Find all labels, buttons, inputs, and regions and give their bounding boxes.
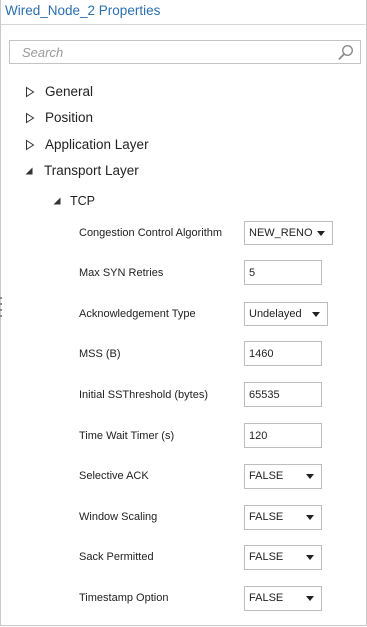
grip-dot bbox=[0, 309, 2, 311]
max-syn-retries-input[interactable] bbox=[245, 261, 321, 284]
max-syn-retries-label: Max SYN Retries bbox=[79, 267, 164, 279]
tree-node-label: General bbox=[45, 84, 94, 99]
select-value: FALSE bbox=[249, 511, 284, 523]
selective-ack-select[interactable]: FALSE bbox=[244, 464, 322, 489]
grip-dot bbox=[0, 315, 2, 317]
triangle-right-icon[interactable] bbox=[24, 139, 36, 151]
triangle-right-icon[interactable] bbox=[24, 86, 36, 98]
resize-grip[interactable] bbox=[0, 297, 3, 321]
select-value: FALSE bbox=[249, 470, 284, 482]
properties-panel: Wired_Node_2 Properties General Position… bbox=[0, 0, 367, 626]
search-box[interactable] bbox=[9, 40, 361, 64]
grip-dot bbox=[0, 297, 2, 299]
timestamp-option-select[interactable]: FALSE bbox=[244, 586, 322, 611]
triangle-down-right-icon[interactable] bbox=[23, 165, 35, 177]
select-value: FALSE bbox=[249, 592, 284, 604]
select-value: Undelayed bbox=[249, 308, 302, 320]
sack-permitted-label: Sack Permitted bbox=[79, 551, 154, 563]
time-wait-timer-input[interactable] bbox=[245, 424, 321, 447]
window-title: Wired_Node_2 Properties bbox=[5, 3, 161, 18]
chevron-down-icon[interactable] bbox=[306, 555, 314, 560]
chevron-down-icon[interactable] bbox=[317, 231, 325, 236]
window-scaling-select[interactable]: FALSE bbox=[244, 505, 322, 530]
mss-input[interactable] bbox=[245, 342, 321, 365]
chevron-down-icon[interactable] bbox=[306, 515, 314, 520]
tree-node-label: Position bbox=[45, 110, 94, 125]
triangle-down-right-icon[interactable] bbox=[51, 195, 63, 207]
initial-ssthreshold-input[interactable] bbox=[245, 383, 321, 406]
time-wait-timer-label: Time Wait Timer (s) bbox=[79, 430, 175, 442]
timestamp-option-label: Timestamp Option bbox=[79, 592, 169, 604]
chevron-down-icon[interactable] bbox=[312, 312, 320, 317]
select-value: NEW_RENO bbox=[249, 227, 313, 239]
initial-ssthreshold-label: Initial SSThreshold (bytes) bbox=[79, 389, 208, 401]
chevron-down-icon[interactable] bbox=[306, 474, 314, 479]
search-input[interactable] bbox=[10, 41, 342, 63]
tree-node-label: Transport Layer bbox=[44, 163, 139, 178]
chevron-down-icon[interactable] bbox=[306, 596, 314, 601]
search-icon[interactable] bbox=[338, 44, 354, 60]
max-syn-retries-field[interactable] bbox=[244, 260, 322, 285]
tree-node-label: Application Layer bbox=[45, 137, 149, 152]
title-divider bbox=[1, 24, 367, 25]
time-wait-timer-field[interactable] bbox=[244, 423, 322, 448]
selective-ack-label: Selective ACK bbox=[79, 470, 149, 482]
select-value: FALSE bbox=[249, 551, 284, 563]
mss-field[interactable] bbox=[244, 341, 322, 366]
grip-dot bbox=[0, 303, 2, 305]
sack-permitted-select[interactable]: FALSE bbox=[244, 545, 322, 570]
acknowledgement-type-label: Acknowledgement Type bbox=[79, 308, 196, 320]
acknowledgement-type-select[interactable]: Undelayed bbox=[244, 302, 328, 326]
congestion-control-algorithm-label: Congestion Control Algorithm bbox=[79, 227, 223, 239]
congestion-control-algorithm-select[interactable]: NEW_RENO bbox=[244, 221, 333, 245]
triangle-right-icon[interactable] bbox=[24, 112, 36, 124]
window-scaling-label: Window Scaling bbox=[79, 511, 158, 523]
mss-label: MSS (B) bbox=[79, 348, 121, 360]
initial-ssthreshold-field[interactable] bbox=[244, 382, 322, 407]
tree-node-label: TCP bbox=[70, 194, 95, 208]
